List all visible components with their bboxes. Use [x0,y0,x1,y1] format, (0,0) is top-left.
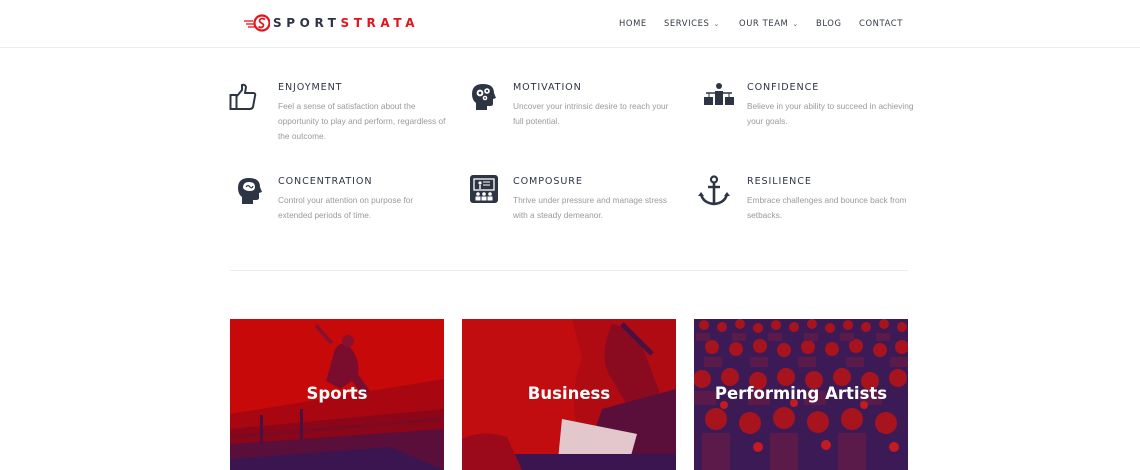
nav-item-label: BLOG [816,18,842,28]
feature-title: RESILIENCE [747,176,812,187]
card-sports[interactable]: Sports [230,319,444,470]
feature-description: Uncover your intrinsic desire to reach y… [513,101,669,126]
card-title: Performing Artists [714,384,888,403]
nav-item-label: HOME [619,18,647,28]
feature-description: Control your attention on purpose for ex… [278,195,414,220]
feature-title: CONCENTRATION [278,176,373,187]
brand-logo[interactable]: SPORTSTRATA [244,12,419,34]
nav-item-label: CONTACT [859,18,903,28]
feature-title: MOTIVATION [513,82,582,93]
brand-mark-icon [244,14,270,32]
card-title: Business [527,384,611,403]
brand-name-strata: STRATA [340,16,420,30]
person-scales-icon [703,82,734,112]
card-performing-artists[interactable]: Performing Artists [694,319,908,470]
nav-item-label: SERVICES [664,18,710,28]
feature-description: Thrive under pressure and manage stress … [513,195,668,220]
feature-title: COMPOSURE [513,176,583,187]
anchor-icon [698,175,730,206]
head-gears-icon [470,81,500,111]
feature-description: Feel a sense of satisfaction about the o… [278,101,446,141]
thumbs-up-icon [229,82,259,112]
feature-description: Embrace challenges and bounce back from … [747,195,907,220]
feature-title: CONFIDENCE [747,82,820,93]
nav-item-label: OUR TEAM [739,18,789,28]
presentation-icon [469,174,499,204]
nav-item-contact[interactable]: CONTACT [859,18,903,28]
feature-description: Believe in your ability to succeed in ac… [747,101,914,126]
nav-item-blog[interactable]: BLOG [816,18,842,28]
head-brain-icon [236,175,266,205]
nav-item-our-team[interactable]: OUR TEAM ⌄ [739,18,799,28]
nav-item-services[interactable]: SERVICES ⌄ [664,18,720,28]
nav-item-home[interactable]: HOME [619,18,647,28]
chevron-down-icon: ⌄ [713,20,720,28]
chevron-down-icon: ⌄ [792,20,799,28]
site-header: SPORTSTRATA HOME SERVICES ⌄ OUR TEAM ⌄ BLO… [0,0,1140,48]
section-divider [230,270,908,271]
feature-title: ENJOYMENT [278,82,343,93]
card-business[interactable]: Business [462,319,676,470]
card-title: Sports [306,384,368,403]
brand-name-sport: SPORT [273,16,341,30]
